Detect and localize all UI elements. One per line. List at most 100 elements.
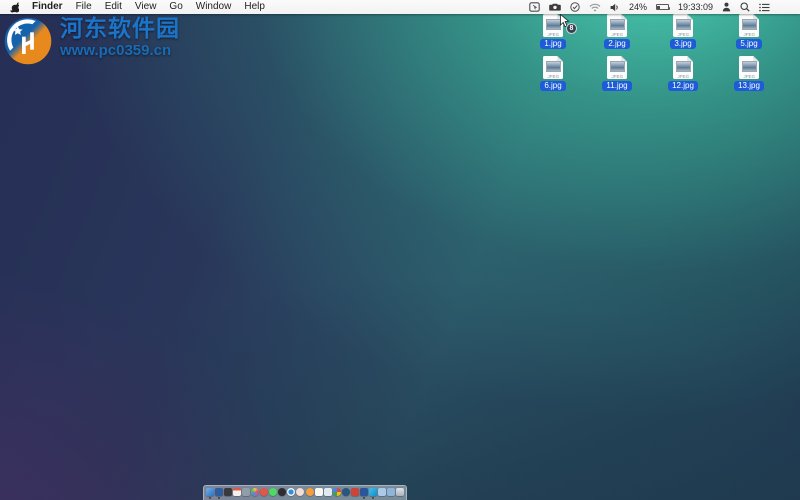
dock-item[interactable] — [278, 487, 287, 499]
photo-thumbnail — [609, 61, 625, 72]
dock-app-icon[interactable] — [350, 487, 359, 496]
menu-go[interactable]: Go — [169, 0, 182, 14]
jpeg-file-icon[interactable]: JPEG — [607, 14, 627, 37]
dock-item[interactable] — [269, 487, 278, 499]
desktop-file[interactable]: JPEG 12.jpg — [653, 56, 713, 96]
dock-item[interactable] — [350, 487, 359, 499]
volume-icon[interactable] — [610, 0, 620, 14]
file-label[interactable]: 11.jpg — [602, 81, 632, 91]
dock-app-icon[interactable] — [368, 487, 377, 496]
photo-thumbnail — [741, 19, 757, 30]
dock-app-icon[interactable] — [395, 487, 404, 496]
dock-item[interactable] — [341, 487, 350, 499]
wifi-icon[interactable] — [589, 0, 601, 14]
desktop-file[interactable]: JPEG 5.jpg — [719, 14, 779, 54]
dock-app-icon[interactable] — [287, 487, 296, 496]
menu-window[interactable]: Window — [196, 0, 232, 14]
menu-edit[interactable]: Edit — [105, 0, 122, 14]
battery-percent: 24% — [628, 2, 647, 12]
dock-item[interactable] — [242, 487, 251, 499]
dock-app-icon[interactable] — [359, 487, 368, 496]
desktop-file[interactable]: JPEG 1.jpg — [523, 14, 583, 54]
jpeg-file-icon[interactable]: JPEG — [739, 14, 759, 37]
dock-app-icon[interactable] — [314, 487, 323, 496]
desktop-file[interactable]: JPEG 6.jpg — [523, 56, 583, 96]
apple-menu-icon[interactable] — [10, 0, 19, 14]
dock — [203, 485, 407, 500]
jpeg-file-icon[interactable]: JPEG — [543, 56, 563, 79]
check-circle-icon[interactable] — [570, 0, 580, 14]
dock-item[interactable] — [215, 487, 224, 499]
menu-help[interactable]: Help — [244, 0, 265, 14]
file-label[interactable]: 2.jpg — [604, 39, 630, 49]
user-icon[interactable] — [722, 0, 731, 14]
dock-item[interactable] — [377, 487, 386, 499]
dock-app-icon[interactable] — [296, 487, 305, 496]
dock-item[interactable] — [323, 487, 332, 499]
dock-item[interactable] — [206, 487, 214, 499]
dock-item[interactable] — [386, 487, 395, 499]
file-label[interactable]: 1.jpg — [540, 39, 566, 49]
dock-app-icon[interactable] — [224, 487, 233, 496]
menu-bar: Finder File Edit View Go Window Help 24%… — [0, 0, 800, 14]
desktop-file[interactable]: JPEG 13.jpg — [719, 56, 779, 96]
jpeg-file-icon[interactable]: JPEG — [607, 56, 627, 79]
dock-app-icon[interactable] — [341, 487, 350, 496]
watermark-site-name: 河东软件园 — [60, 15, 180, 41]
running-indicator — [371, 496, 374, 499]
dock-item[interactable] — [314, 487, 323, 499]
photo-thumbnail — [545, 19, 561, 30]
dock-item[interactable] — [395, 487, 404, 499]
dock-item[interactable] — [260, 487, 269, 499]
dock-app-icon[interactable] — [233, 487, 242, 496]
file-label[interactable]: 12.jpg — [668, 81, 698, 91]
dock-item[interactable] — [359, 487, 368, 499]
dock-app-icon[interactable] — [242, 487, 251, 496]
photo-thumbnail — [675, 19, 691, 30]
file-label[interactable]: 6.jpg — [540, 81, 566, 91]
dock-item[interactable] — [233, 487, 242, 499]
screen-icon[interactable] — [529, 0, 540, 14]
dock-app-icon[interactable] — [278, 487, 287, 496]
camera-icon[interactable] — [549, 0, 561, 14]
file-label[interactable]: 3.jpg — [670, 39, 696, 49]
dock-app-icon[interactable] — [260, 487, 269, 496]
menu-finder[interactable]: Finder — [32, 0, 63, 14]
menu-file[interactable]: File — [76, 0, 92, 14]
menu-view[interactable]: View — [135, 0, 157, 14]
dock-app-icon[interactable] — [332, 487, 341, 496]
dock-item[interactable] — [224, 487, 233, 499]
dock-item[interactable] — [305, 487, 314, 499]
desktop-file[interactable]: JPEG 2.jpg — [587, 14, 647, 54]
dock-app-icon[interactable] — [305, 487, 314, 496]
file-label[interactable]: 13.jpg — [734, 81, 764, 91]
battery-fill — [657, 5, 661, 10]
dock-app-icon[interactable] — [377, 487, 386, 496]
jpeg-file-icon[interactable]: JPEG — [673, 56, 693, 79]
dock-app-icon[interactable] — [251, 487, 260, 496]
dock-app-icon[interactable] — [206, 487, 214, 496]
dock-app-icon[interactable] — [323, 487, 332, 496]
dock-item[interactable] — [368, 487, 377, 499]
search-icon[interactable] — [740, 0, 750, 14]
dock-item[interactable] — [296, 487, 305, 499]
dock-app-icon[interactable] — [215, 487, 224, 496]
battery-icon[interactable] — [655, 0, 670, 14]
running-indicator — [362, 496, 365, 499]
watermark-site-url: www.pc0359.cn — [60, 42, 172, 59]
jpeg-file-icon[interactable]: JPEG — [673, 14, 693, 37]
dock-item[interactable] — [332, 487, 341, 499]
dock-app-icon[interactable] — [386, 487, 395, 496]
dock-app-icon[interactable] — [269, 487, 278, 496]
photo-thumbnail — [545, 61, 561, 72]
watermark: 河东软件园 www.pc0359.cn — [2, 15, 180, 67]
desktop-file[interactable]: JPEG 11.jpg — [587, 56, 647, 96]
desktop-background[interactable]: Finder File Edit View Go Window Help 24%… — [0, 0, 800, 500]
desktop-file[interactable]: JPEG 3.jpg — [653, 14, 713, 54]
file-label[interactable]: 5.jpg — [736, 39, 762, 49]
dock-item[interactable] — [251, 487, 260, 499]
clock[interactable]: 19:33:09 — [678, 2, 713, 12]
notification-center-icon[interactable] — [759, 0, 770, 14]
jpeg-file-icon[interactable]: JPEG — [739, 56, 759, 79]
dock-item[interactable] — [287, 487, 296, 499]
